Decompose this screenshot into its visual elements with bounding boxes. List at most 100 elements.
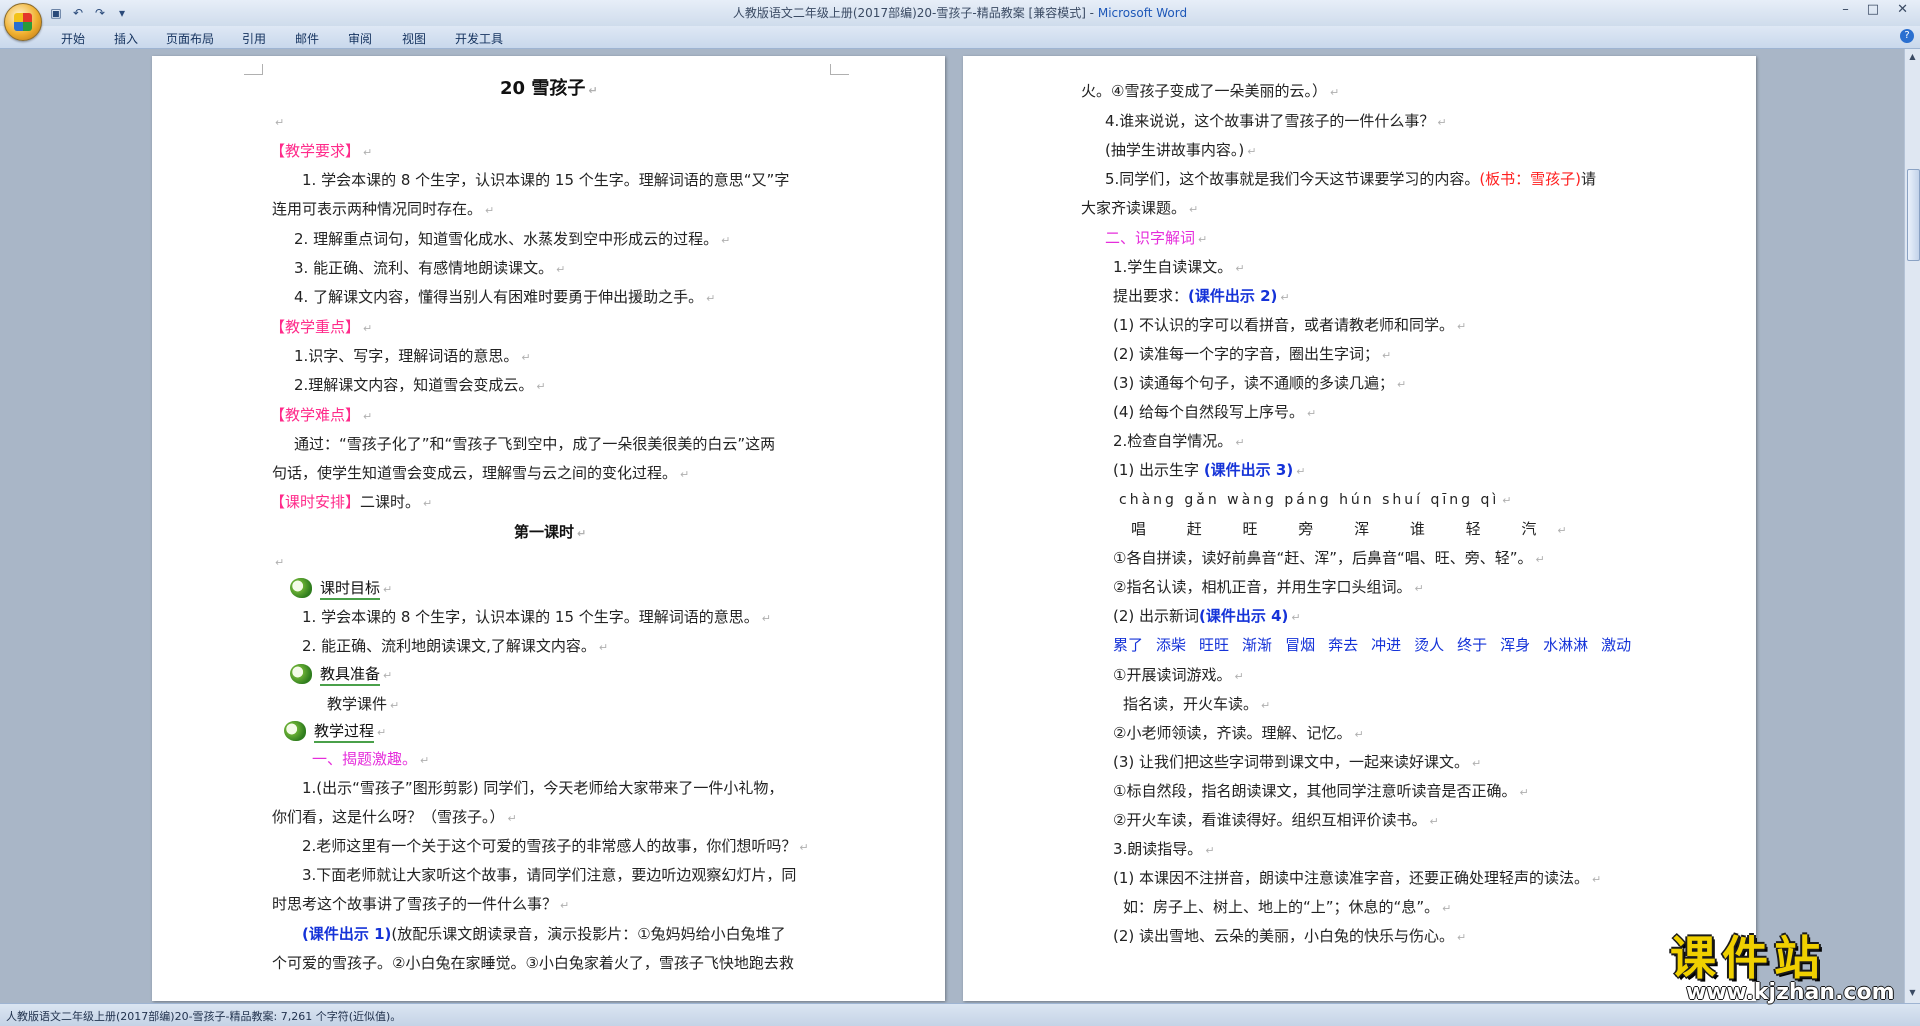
check-line: 2.检查自学情况。 ↵	[1113, 432, 1245, 450]
tab-home[interactable]: 开始	[61, 30, 85, 47]
key-heading: 【教学重点】 ↵	[270, 318, 373, 336]
vocab-word: 添柴	[1156, 636, 1187, 654]
document-title: 人教版语文二年级上册(2017部编)20-雪孩子-精品教案 [兼容模式] -	[732, 6, 1098, 20]
req-line-2: 2. 理解重点词句，知道雪化成水、水蒸发到空中形成云的过程。 ↵	[294, 230, 731, 248]
close-button[interactable]: ✕	[1897, 2, 1908, 17]
office-button[interactable]	[4, 3, 42, 41]
question-line: 4.谁来说说，这个故事讲了雪孩子的一件什么事？ ↵	[1105, 112, 1447, 130]
req-line-4: 4. 了解课文内容，懂得当别人有困难时要勇于伸出援助之手。 ↵	[294, 288, 716, 306]
maximize-button[interactable]: □	[1867, 2, 1879, 17]
empty-paragraph: ↵	[275, 116, 285, 129]
requirement-4: (4) 给每个自然段写上序号。 ↵	[1113, 403, 1317, 421]
correction-line: ②指名认读，相机正音，并用生字口头组词。 ↵	[1113, 578, 1424, 596]
vocab-word: 奔去	[1328, 636, 1359, 654]
req-line-3: 3. 能正确、流利、有感情地朗读课文。 ↵	[294, 259, 566, 277]
activity-line: (抽学生讲故事内容。) ↵	[1105, 141, 1257, 159]
vocab-word: 水淋淋	[1543, 636, 1589, 654]
vocab-word: 冒烟	[1285, 636, 1316, 654]
status-bar: 人教版语文二年级上册(2017部编)20-雪孩子-精品教案: 7,261 个字符…	[0, 1003, 1920, 1026]
requirement-1: (1) 不认识的字可以看拼音，或者请教老师和同学。 ↵	[1113, 316, 1467, 334]
snail-icon	[290, 664, 312, 684]
vocab-word: 浑身	[1500, 636, 1531, 654]
tab-developer[interactable]: 开发工具	[455, 30, 503, 47]
lesson-heading: 第一课时 ↵	[514, 523, 587, 541]
req-line-1: 1. 学会本课的 8 个生字，认识本课的 15 个生字。理解词语的意思“又”字	[302, 171, 790, 189]
part2-heading: 二、识字解词 ↵	[1105, 229, 1208, 247]
scroll-down-icon[interactable]: ▼	[1907, 987, 1918, 999]
document-page-left: 20 雪孩子 ↵ ↵ 【教学要求】 ↵ 1. 学会本课的 8 个生字，认识本课的 1…	[152, 56, 945, 1001]
proc-section-heading: 教学过程 ↵	[284, 721, 386, 743]
key-line-1: 1.识字、写字，理解词语的意思。 ↵	[294, 347, 531, 365]
paragraph-line: ①标自然段，指名朗读课文，其他同学注意听读音是否正确。 ↵	[1113, 782, 1529, 800]
self-read-line: 1.学生自读课文。 ↵	[1113, 258, 1245, 276]
nasal-line: ①各自拼读，读好前鼻音“赶、浑”，后鼻音“唱、旺、旁、轻”。 ↵	[1113, 549, 1545, 567]
vocab-word: 累了	[1113, 636, 1144, 654]
vertical-scrollbar[interactable]: ▲ ▼	[1904, 49, 1920, 1003]
title-bar: ▣ ↶ ↷ ▾ 人教版语文二年级上册(2017部编)20-雪孩子-精品教案 [兼…	[0, 0, 1920, 27]
ribbon-tabs: 开始 插入 页面布局 引用 邮件 审阅 视图 开发工具	[0, 26, 1920, 49]
intro-line-cont: 大家齐读课题。 ↵	[1081, 199, 1199, 217]
tab-page-layout[interactable]: 页面布局	[166, 30, 214, 47]
goal-section-heading: 课时目标 ↵	[290, 578, 392, 600]
vocab-word: 烫人	[1414, 636, 1445, 654]
game-line: ①开展读词游戏。 ↵	[1113, 666, 1244, 684]
req-line-1-cont: 连用可表示两种情况同时存在。 ↵	[272, 200, 495, 218]
tab-insert[interactable]: 插入	[114, 30, 138, 47]
office-logo-icon	[14, 13, 32, 31]
proc-line-4-cont: 个可爱的雪孩子。②小白兔在家睡觉。③小白兔家着火了，雪孩子飞快地跑去救	[272, 954, 794, 972]
window-title: 人教版语文二年级上册(2017部编)20-雪孩子-精品教案 [兼容模式] - M…	[0, 4, 1920, 21]
part1-heading: 一、揭题激趣。 ↵	[312, 750, 430, 768]
prep-section-heading: 教具准备 ↵	[290, 664, 392, 686]
app-name: Microsoft Word	[1097, 6, 1188, 20]
document-page-right: 火。④雪孩子变成了一朵美丽的云。） ↵ 4.谁来说说，这个故事讲了雪孩子的一件什么…	[963, 56, 1756, 1001]
vocab-word: 激动	[1601, 636, 1632, 654]
schedule-line: 【课时安排】二课时。 ↵	[270, 493, 433, 511]
context-line: (3) 让我们把这些字词带到课文中，一起来读好课文。 ↵	[1113, 753, 1482, 771]
minimize-button[interactable]: –	[1842, 2, 1849, 17]
proc-line-3-cont: 时思考这个故事讲了雪孩子的一件什么事？ ↵	[272, 895, 570, 913]
proc-line-1: 1.(出示“雪孩子”图形剪影) 同学们，今天老师给大家带来了一件小礼物，	[302, 779, 784, 797]
vocab-word: 旺旺	[1199, 636, 1230, 654]
goal-line-2: 2. 能正确、流利地朗读课文,了解课文内容。 ↵	[302, 637, 609, 655]
site-watermark: 课件站 www.kjzhan.com	[1662, 922, 1902, 1010]
snail-icon	[290, 578, 312, 598]
eval-line: ②开火车读，看谁读得好。组织互相评价读书。 ↵	[1113, 811, 1439, 829]
scroll-thumb[interactable]	[1907, 169, 1920, 261]
tab-view[interactable]: 视图	[402, 30, 426, 47]
leader-line: ②小老师领读，齐读。理解、记忆。 ↵	[1113, 724, 1364, 742]
key-line-2: 2.理解课文内容，知道雪会变成云。 ↵	[294, 376, 546, 394]
vocab-word: 终于	[1457, 636, 1488, 654]
status-text: 人教版语文二年级上册(2017部编)20-雪孩子-精品教案: 7,261 个字符…	[6, 1010, 402, 1023]
goal-line-1: 1. 学会本课的 8 个生字，认识本课的 15 个生字。理解词语的意思。 ↵	[302, 608, 772, 626]
proc-line-3: 3.下面老师就让大家听这个故事，请同学们注意，要边听边观察幻灯片，同	[302, 866, 797, 884]
watermark-url: www.kjzhan.com	[1686, 980, 1895, 1005]
diff-line-2: 句话，使学生知道雪会变成云，理解雪与云之间的变化过程。 ↵	[272, 464, 690, 482]
proc-line-1-cont: 你们看，这是什么呀？（雪孩子。） ↵	[272, 808, 517, 826]
req-heading: 【教学要求】 ↵	[270, 142, 373, 160]
tab-review[interactable]: 审阅	[348, 30, 372, 47]
prep-text: 教学课件 ↵	[327, 695, 400, 713]
intro-line: 5.同学们，这个故事就是我们今天这节课要学习的内容。(板书：雪孩子)请	[1105, 170, 1597, 188]
page-title: 20 雪孩子 ↵	[500, 78, 598, 99]
vocab-word: 冲进	[1371, 636, 1402, 654]
vocab-row: 累了 添柴 旺旺 渐渐 冒烟 奔去 冲进 烫人 终于 浑身 水淋淋 激动	[1113, 636, 1644, 654]
requirement-2: (2) 读准每一个字的字音，圈出生字词； ↵	[1113, 345, 1392, 363]
show-chars-line: (1) 出示生字 (课件出示 3) ↵	[1113, 461, 1306, 479]
help-icon[interactable]: ?	[1900, 29, 1914, 43]
diff-line-1: 通过：“雪孩子化了”和“雪孩子飞到空中，成了一朵很美很美的白云”这两	[294, 435, 776, 453]
crop-mark	[830, 64, 849, 75]
proc-line-2: 2.老师这里有一个关于这个可爱的雪孩子的非常感人的故事，你们想听吗？ ↵	[302, 837, 809, 855]
guide-line: 3.朗读指导。 ↵	[1113, 840, 1215, 858]
snail-icon	[284, 721, 306, 741]
proc-line-4: (课件出示 1)(放配乐课文朗读录音，演示投影片：①兔妈妈给小白兔堆了	[302, 925, 786, 943]
tab-references[interactable]: 引用	[242, 30, 266, 47]
hanzi-row: 唱 赶 旺 旁 浑 谁 轻 汽 ↵	[1131, 520, 1585, 538]
train-line: 指名读，开火车读。 ↵	[1123, 695, 1271, 713]
vocab-word: 渐渐	[1242, 636, 1273, 654]
pinyin-row: chàng gǎn wàng páng hún shuí qīng qì ↵	[1119, 492, 1515, 508]
scroll-up-icon[interactable]: ▲	[1907, 51, 1918, 63]
requirements-line: 提出要求：(课件出示 2) ↵	[1113, 287, 1290, 305]
watermark-title: 课件站	[1670, 931, 1826, 985]
story-line-end: 火。④雪孩子变成了一朵美丽的云。） ↵	[1081, 82, 1340, 100]
tab-mailings[interactable]: 邮件	[295, 30, 319, 47]
